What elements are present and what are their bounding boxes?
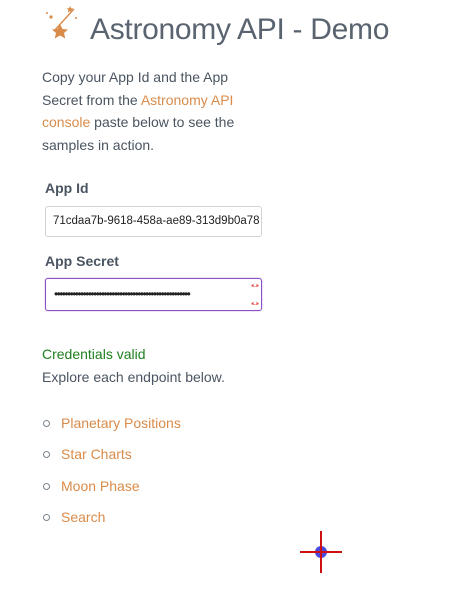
endpoint-link-moon-phase[interactable]: Moon Phase (61, 474, 140, 498)
endpoint-link-search[interactable]: Search (61, 505, 105, 529)
app-secret-input[interactable]: ••••••••••••••••••••••••••••••••••••••••… (45, 278, 262, 311)
bullet-icon (43, 451, 50, 459)
shooting-stars-icon (46, 6, 77, 39)
bullet-icon (43, 420, 50, 427)
crosshair-cursor-icon (300, 531, 342, 573)
page-title: Astronomy API - Demo (90, 13, 390, 46)
app-id-label: App Id (45, 180, 89, 196)
app-id-input[interactable]: 71cdaa7b-9618-458a-ae89-313d9b0a78 (45, 206, 262, 237)
password-reveal-icon[interactable] (249, 280, 261, 309)
explore-text: Explore each endpoint below. (42, 369, 225, 385)
app-secret-label: App Secret (45, 253, 119, 269)
intro-text: Copy your App Id and the App Secret from… (42, 66, 257, 156)
credentials-status: Credentials valid (42, 346, 146, 362)
page-header: Astronomy API - Demo (44, 4, 454, 54)
endpoint-link-star-charts[interactable]: Star Charts (61, 442, 132, 466)
bullet-icon (43, 482, 50, 490)
endpoint-link-planetary-positions[interactable]: Planetary Positions (61, 411, 181, 435)
bullet-icon (43, 513, 50, 521)
